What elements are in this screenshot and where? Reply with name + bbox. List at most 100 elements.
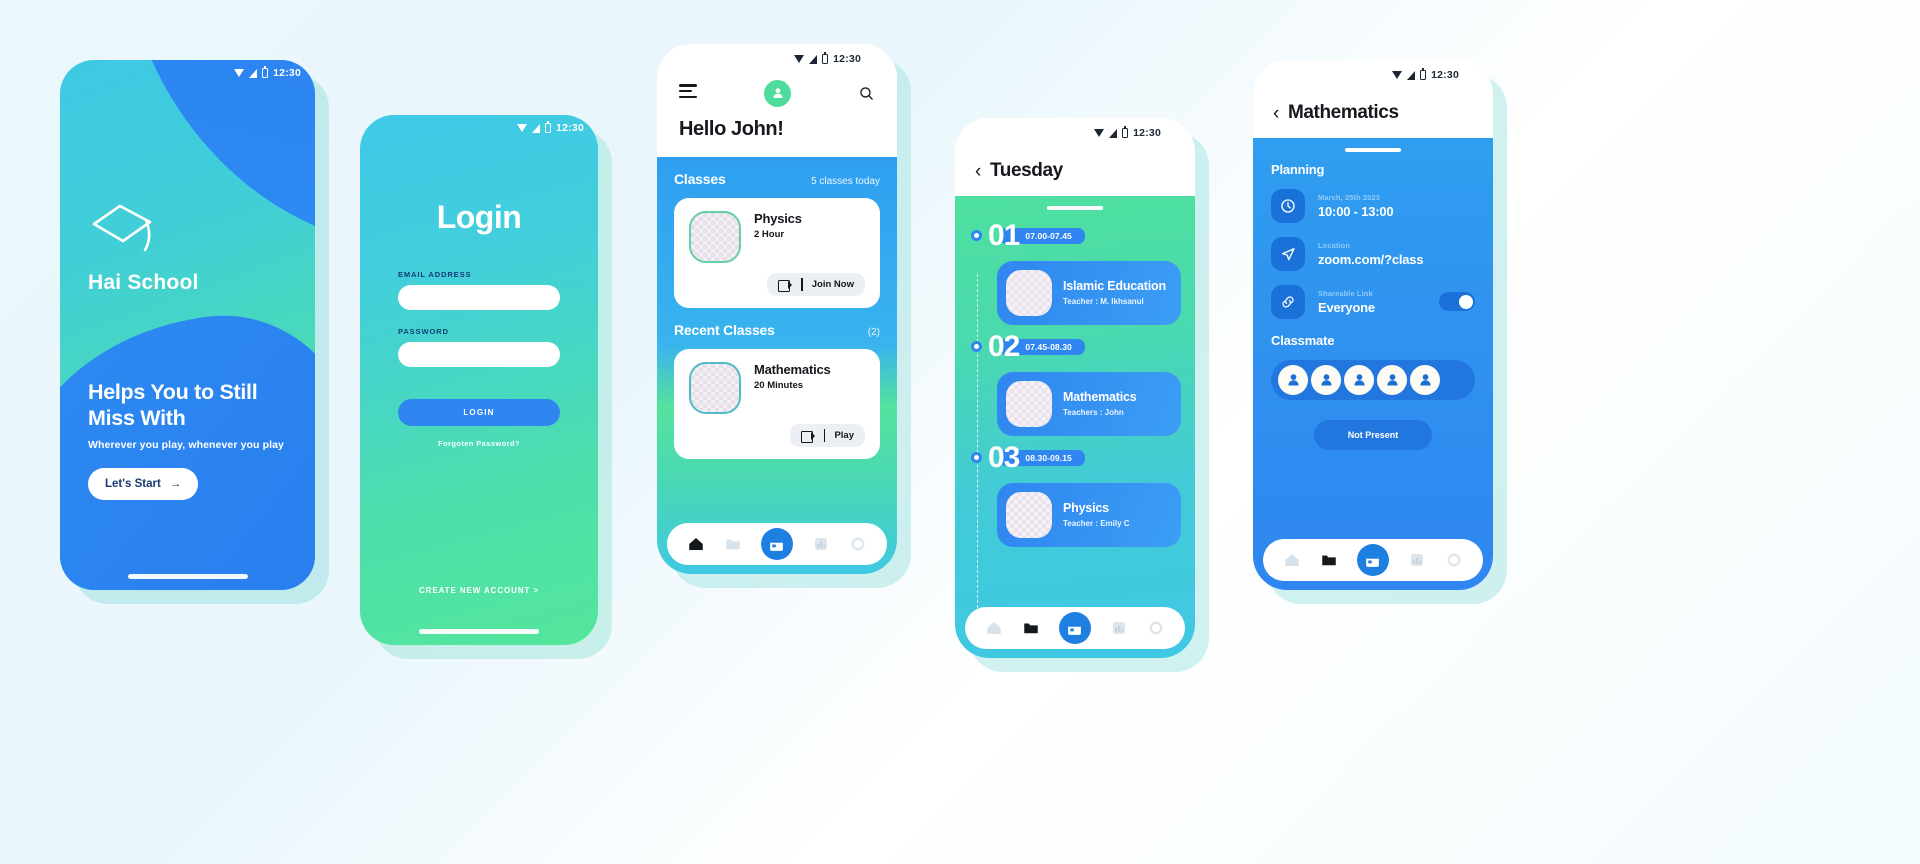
status-bar: 12:30 xyxy=(360,115,598,141)
create-account-link[interactable]: CREATE NEW ACCOUNT > xyxy=(398,586,560,595)
detail-row-time[interactable]: March, 25th 2023 10:00 - 13:00 xyxy=(1271,188,1475,223)
schedule-header: 12:30 ‹ Tuesday xyxy=(955,118,1195,196)
class-card[interactable]: Physics 2 Hour Join Now xyxy=(674,198,880,308)
user-icon xyxy=(772,88,783,98)
nav-folder-icon[interactable] xyxy=(1021,618,1041,638)
clock-text: 12:30 xyxy=(1133,127,1161,139)
class-card-actions: Join Now xyxy=(689,273,865,296)
class-detail-screen: 12:30 ‹ Mathematics Planning March, 25th… xyxy=(1253,60,1493,590)
brand-name: Hai School xyxy=(88,271,199,294)
classmate-avatar[interactable] xyxy=(1278,364,1308,395)
headline: Helps You to Still Miss With xyxy=(88,379,258,430)
back-icon[interactable]: ‹ xyxy=(975,162,981,181)
recent-thumbnail xyxy=(689,362,741,414)
page-title: Tuesday xyxy=(989,160,1063,181)
status-bar: 12:30 xyxy=(975,120,1175,146)
classmate-avatar[interactable] xyxy=(1410,364,1440,395)
classmate-avatar[interactable] xyxy=(1344,364,1374,395)
home-content: Classes 5 classes today Physics 2 Hour J… xyxy=(657,157,897,574)
class-teacher: Teacher : M. Ikhsanul xyxy=(1063,296,1144,306)
email-field[interactable] xyxy=(398,285,560,310)
nav-folder-icon[interactable] xyxy=(1319,550,1339,570)
clock-text: 12:30 xyxy=(1431,69,1459,81)
detail-row-location[interactable]: Location zoom.com/?class xyxy=(1271,236,1475,271)
phone-home: 12:30 Hello John! Classes 5 classes toda… xyxy=(657,44,911,588)
nav-home-icon[interactable] xyxy=(686,534,706,554)
nav-chart-icon[interactable] xyxy=(1407,550,1427,570)
nav-folder-icon[interactable] xyxy=(723,534,743,554)
slot-number: 02 xyxy=(988,329,1020,363)
nav-chart-icon[interactable] xyxy=(811,534,831,554)
location-icon xyxy=(1271,236,1305,271)
share-value: Everyone xyxy=(1318,299,1375,315)
recent-card-row: Mathematics 20 Minutes xyxy=(689,362,865,414)
detail-row-share[interactable]: Shareable Link Everyone xyxy=(1271,284,1475,319)
not-present-button[interactable]: Not Present xyxy=(1313,419,1433,450)
schedule-slot[interactable]: 01 07.00-07.45 Islamic Education Teacher… xyxy=(955,216,1195,325)
recent-classes-section: Recent Classes (2) Mathematics 20 Minute… xyxy=(657,308,897,459)
schedule-slot[interactable]: 02 07.45-08.30 Mathematics Teachers : Jo… xyxy=(955,327,1195,436)
wifi-icon xyxy=(234,69,245,77)
signal-icon xyxy=(809,54,818,64)
phone-class-detail: 12:30 ‹ Mathematics Planning March, 25th… xyxy=(1253,60,1507,604)
sheet-grabber xyxy=(1345,148,1401,152)
schedule-class-card[interactable]: Islamic Education Teacher : M. Ikhsanul xyxy=(997,260,1181,325)
time-value: 10:00 - 13:00 xyxy=(1318,203,1394,219)
slot-header: 01 07.00-07.45 xyxy=(969,216,1181,256)
class-name: Mathematics xyxy=(1063,390,1137,405)
avatar[interactable] xyxy=(764,79,791,107)
subheadline: Wherever you play, whenever you play xyxy=(88,439,284,451)
share-toggle[interactable] xyxy=(1439,292,1475,311)
app-bar xyxy=(679,72,875,114)
wifi-icon xyxy=(794,55,805,63)
nav-home-icon[interactable] xyxy=(1282,550,1302,570)
lets-start-label: Let's Start xyxy=(105,478,161,490)
password-field[interactable] xyxy=(398,342,560,367)
video-camera-icon xyxy=(778,279,793,292)
schedule-slot[interactable]: 03 08.30-09.15 Physics Teacher : Emily C xyxy=(955,438,1195,547)
login-button[interactable]: LOGIN xyxy=(398,399,560,426)
schedule-class-card[interactable]: Physics Teacher : Emily C xyxy=(997,482,1181,547)
nav-gear-icon[interactable] xyxy=(1146,618,1166,638)
class-teacher: Teacher : Emily C xyxy=(1063,518,1130,528)
detail-row-text: March, 25th 2023 10:00 - 13:00 xyxy=(1318,193,1394,219)
graduation-cap-icon xyxy=(92,204,152,252)
nav-calendar-icon[interactable] xyxy=(1058,612,1091,644)
lets-start-button[interactable]: Let's Start → xyxy=(88,468,199,500)
back-icon[interactable]: ‹ xyxy=(1273,104,1279,123)
nav-calendar-icon[interactable] xyxy=(760,528,793,560)
recent-class-card[interactable]: Mathematics 20 Minutes Play xyxy=(674,342,880,459)
battery-icon xyxy=(545,121,552,133)
nav-gear-icon[interactable] xyxy=(848,534,868,554)
timeline-dot xyxy=(971,452,982,463)
wifi-icon xyxy=(1094,129,1105,137)
classmate-avatar[interactable] xyxy=(1377,364,1407,395)
nav-calendar-icon[interactable] xyxy=(1356,544,1389,576)
class-duration: 2 Hour xyxy=(754,229,785,240)
wifi-icon xyxy=(517,124,528,132)
divider xyxy=(801,278,803,291)
classmate-avatar[interactable] xyxy=(1311,364,1341,395)
recent-meta: (2) xyxy=(867,327,880,338)
recent-title: Recent Classes xyxy=(674,322,775,338)
signal-icon xyxy=(1109,128,1118,138)
menu-icon[interactable] xyxy=(679,84,697,101)
slot-number: 03 xyxy=(988,440,1020,474)
home-screen: 12:30 Hello John! Classes 5 classes toda… xyxy=(657,44,897,574)
play-button[interactable]: Play xyxy=(790,424,865,447)
forgot-password-link[interactable]: Forgoten Password? xyxy=(398,439,560,448)
nav-chart-icon[interactable] xyxy=(1109,618,1129,638)
nav-home-icon[interactable] xyxy=(984,618,1004,638)
nav-gear-icon[interactable] xyxy=(1444,550,1464,570)
bottom-nav xyxy=(965,607,1185,649)
planning-section: Planning March, 25th 2023 10:00 - 13:00 xyxy=(1253,162,1493,450)
join-now-button[interactable]: Join Now xyxy=(767,273,865,296)
email-label: EMAIL ADDRESS xyxy=(398,270,472,279)
search-icon[interactable] xyxy=(858,85,875,102)
login-form: Login EMAIL ADDRESS PASSWORD LOGIN Forgo… xyxy=(360,141,598,645)
phone-onboarding: 12:30 Hai School Helps You to Still Miss… xyxy=(60,60,329,604)
battery-icon xyxy=(822,52,829,64)
page-title-row: ‹ Mathematics xyxy=(1273,88,1473,138)
schedule-class-card[interactable]: Mathematics Teachers : John xyxy=(997,371,1181,436)
classes-title: Classes xyxy=(674,171,726,187)
